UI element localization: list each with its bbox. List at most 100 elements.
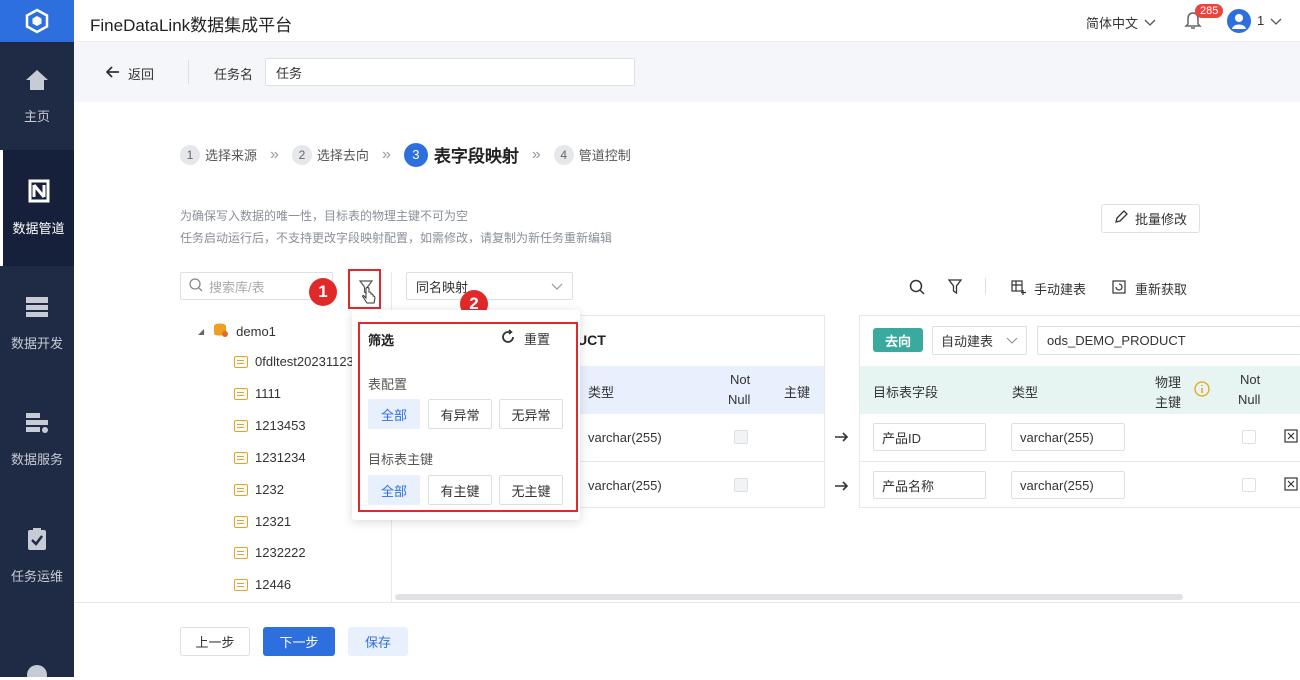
filter-option-has-pk[interactable]: 有主键 <box>428 475 492 505</box>
filter-option-all[interactable]: 全部 <box>368 399 420 429</box>
target-field-input[interactable]: 产品ID <box>873 423 986 451</box>
chevrons-right-icon: » <box>270 145 279 163</box>
col-field: 目标表字段 <box>873 385 939 400</box>
sidebar-item-dev[interactable]: 数据开发 <box>0 266 74 382</box>
steps: 1 选择来源 » 2 选择去向 » 3 表字段映射 » 4 管道控制 <box>180 142 631 167</box>
task-header: 返回 任务名 任务 <box>74 42 1300 102</box>
app-title: FineDataLink数据集成平台 <box>90 16 293 35</box>
logo-icon[interactable] <box>0 0 74 42</box>
table-row: 产品名称 varchar(255) <box>860 462 1300 508</box>
sidebar-item-service[interactable]: 数据服务 <box>0 382 74 498</box>
col-notnull: Not <box>1240 372 1261 387</box>
tree-root[interactable]: ◢ demo1 <box>198 322 276 341</box>
tree-item[interactable]: 12446 <box>234 577 291 592</box>
sidebar-item-pipeline[interactable]: 数据管道 <box>0 150 74 266</box>
save-button[interactable]: 保存 <box>348 627 408 656</box>
table-icon <box>234 578 248 591</box>
notnull-checkbox[interactable] <box>734 478 748 492</box>
filter-option-abnormal[interactable]: 有异常 <box>428 399 492 429</box>
target-table-name-input[interactable]: ods_DEMO_PRODUCT <box>1037 326 1300 355</box>
col-pk: 主键 <box>784 385 811 400</box>
mapping-select[interactable]: 同名映射 <box>406 272 573 300</box>
notnull-checkbox[interactable] <box>1242 430 1256 444</box>
info-icon[interactable] <box>1194 381 1210 400</box>
notnull-checkbox[interactable] <box>734 430 748 444</box>
language-select[interactable]: 简体中文 <box>1086 13 1156 32</box>
target-table-panel: 去向 自动建表 ods_DEMO_PRODUCT 目标表字段 类型 物理 主键 … <box>859 315 1300 508</box>
col-type: 类型 <box>1012 385 1039 400</box>
delete-row-icon[interactable] <box>1284 477 1298 494</box>
tree-item[interactable]: 1232222 <box>234 545 306 560</box>
next-button[interactable]: 下一步 <box>263 627 335 656</box>
table-icon <box>234 515 248 528</box>
tree-item-label: 12321 <box>255 514 292 529</box>
sidebar-item-label: 数据管道 <box>12 221 65 236</box>
annotation-badge-1: 1 <box>309 278 337 306</box>
step-number: 4 <box>553 144 574 165</box>
sidebar-item-label: 任务运维 <box>10 569 63 584</box>
step-1: 1 选择来源 <box>180 144 257 165</box>
col-notnull: Null <box>1238 392 1261 407</box>
pipeline-icon <box>28 179 50 206</box>
tree-item[interactable]: 12321 <box>234 514 291 529</box>
tree-item[interactable]: 0fdltest20231123 <box>234 354 354 369</box>
task-name-input[interactable]: 任务 <box>265 58 635 86</box>
col-physical-pk: 主键 <box>1155 395 1182 410</box>
settings-icon[interactable] <box>24 662 50 680</box>
ops-icon <box>26 527 48 554</box>
divider <box>188 60 189 84</box>
tree-item[interactable]: 1232 <box>234 482 284 497</box>
tree-filter-button[interactable] <box>348 269 381 309</box>
sidebar-item-label: 主页 <box>23 109 50 124</box>
notice-line-1: 为确保写入数据的唯一性，目标表的物理主键不可为空 <box>180 209 469 223</box>
col-physical-pk: 物理 <box>1155 375 1182 390</box>
manual-create-button[interactable]: 手动建表 <box>1011 279 1086 298</box>
filter-icon[interactable] <box>947 279 963 298</box>
avatar[interactable] <box>1227 9 1251 33</box>
tree-root-label: demo1 <box>236 324 276 339</box>
tree-item[interactable]: 1213453 <box>234 418 306 433</box>
sidebar-item-home[interactable]: 主页 <box>0 44 74 150</box>
notification-badge: 285 <box>1195 4 1224 18</box>
chevron-down-icon <box>1144 15 1156 30</box>
tree-item-label: 1232222 <box>255 545 306 560</box>
arrow-left-icon <box>105 66 120 81</box>
row-type: varchar(255) <box>588 478 662 493</box>
table-icon <box>234 546 248 559</box>
target-type-input[interactable]: varchar(255) <box>1011 471 1125 499</box>
source-table-name: UCT <box>577 332 606 348</box>
delete-row-icon[interactable] <box>1284 429 1298 446</box>
row-type: varchar(255) <box>588 430 662 445</box>
filter-title: 筛选 <box>368 333 395 348</box>
mapping-select-value: 同名映射 <box>416 279 469 295</box>
notnull-checkbox[interactable] <box>1242 478 1256 492</box>
tree-item[interactable]: 1111 <box>234 386 281 401</box>
target-type-input[interactable]: varchar(255) <box>1011 423 1125 451</box>
refetch-button[interactable]: 重新获取 <box>1112 279 1187 298</box>
filter-option-no-pk[interactable]: 无主键 <box>499 475 563 505</box>
user-name: 1 <box>1257 13 1265 28</box>
tree-item-label: 1111 <box>255 386 282 401</box>
chevron-down-icon[interactable] <box>1270 14 1282 29</box>
batch-edit-button[interactable]: 批量修改 <box>1101 204 1200 233</box>
target-field-input[interactable]: 产品名称 <box>873 471 986 499</box>
prev-button[interactable]: 上一步 <box>180 627 250 656</box>
reset-button[interactable]: 重置 <box>500 329 550 348</box>
chevron-down-icon <box>551 279 563 294</box>
create-mode-value: 自动建表 <box>941 334 994 349</box>
create-mode-select[interactable]: 自动建表 <box>932 326 1027 355</box>
horizontal-scrollbar[interactable] <box>395 594 1183 600</box>
tree-item-label: 1231234 <box>255 450 306 465</box>
step-label: 管道控制 <box>578 148 631 163</box>
search-icon[interactable] <box>909 279 925 298</box>
filter-option-normal[interactable]: 无异常 <box>499 399 563 429</box>
back-button[interactable]: 返回 <box>105 64 154 83</box>
col-notnull: Null <box>728 392 751 407</box>
service-icon <box>25 412 49 437</box>
tree-item[interactable]: 1231234 <box>234 450 306 465</box>
divider <box>74 602 1300 603</box>
refetch-label: 重新获取 <box>1135 282 1188 297</box>
filter-popup: 筛选 重置 表配置 全部 有异常 无异常 目标表主键 全部 有主键 无主键 <box>352 310 580 520</box>
filter-option-all[interactable]: 全部 <box>368 475 420 505</box>
sidebar-item-ops[interactable]: 任务运维 <box>0 498 74 614</box>
